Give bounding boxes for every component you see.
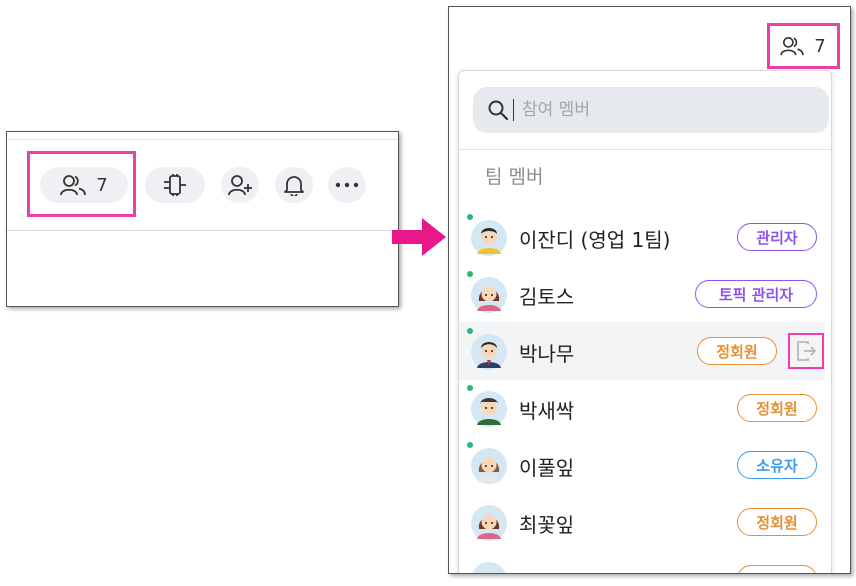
avatar <box>471 277 507 313</box>
search-icon <box>488 100 509 121</box>
role-badge: 정회원 <box>697 337 777 365</box>
role-badge: 정회원 <box>737 508 817 536</box>
scrollbar[interactable] <box>831 271 832 571</box>
more-icon <box>335 182 359 188</box>
plug-icon <box>164 174 186 196</box>
member-dropdown-panel: 팀 멤버 이잔디 (영업 1팀) 관리자 김토 <box>458 70 832 573</box>
avatar <box>471 334 507 370</box>
member-name: 이잔디 (영업 1팀) <box>519 228 671 252</box>
avatar <box>472 562 506 573</box>
member-count-highlight <box>767 23 840 69</box>
role-badge: 정회원 <box>737 394 817 422</box>
header-top-border <box>7 139 398 140</box>
more-options-button[interactable] <box>328 167 366 203</box>
member-search-input[interactable] <box>513 99 814 121</box>
connect-button[interactable] <box>145 167 205 203</box>
member-list-window: 7 팀 멤버 이잔디 (영업 1팀) 관리자 <box>448 6 851 574</box>
member-name: 박나무 <box>519 342 575 366</box>
member-name: 박새싹 <box>519 399 575 423</box>
panel-divider <box>459 149 831 150</box>
avatar <box>471 448 507 484</box>
avatar <box>471 505 507 541</box>
avatar <box>471 220 507 256</box>
member-name: 최꽃잎 <box>519 513 575 537</box>
section-title: 팀 멤버 <box>485 166 544 188</box>
member-row[interactable]: 박새싹 정회원 <box>459 379 825 437</box>
kick-button-highlight <box>788 333 824 369</box>
avatar <box>471 391 507 427</box>
member-row-partial[interactable] <box>459 550 825 573</box>
member-row[interactable]: 박나무 정회원 <box>459 322 825 380</box>
member-row[interactable]: 김토스 토픽 관리자 <box>459 265 825 323</box>
role-badge: 소유자 <box>737 451 817 479</box>
member-name: 김토스 <box>519 285 575 309</box>
header-divider <box>7 230 398 231</box>
member-row[interactable]: 이잔디 (영업 1팀) 관리자 <box>459 208 825 266</box>
member-search-box[interactable] <box>473 87 829 133</box>
notification-button[interactable] <box>275 167 313 203</box>
member-count-highlight <box>27 151 136 217</box>
transition-arrow <box>392 218 446 256</box>
role-badge: 관리자 <box>737 223 817 251</box>
add-user-icon <box>228 175 252 196</box>
member-row[interactable]: 이풀잎 소유자 <box>459 436 825 494</box>
bell-icon <box>284 176 304 196</box>
member-name: 이풀잎 <box>519 456 575 480</box>
role-badge: 토픽 관리자 <box>695 280 817 308</box>
member-row[interactable]: 최꽃잎 정회원 <box>459 493 825 551</box>
invite-member-button[interactable] <box>221 167 259 203</box>
role-badge <box>737 565 817 573</box>
